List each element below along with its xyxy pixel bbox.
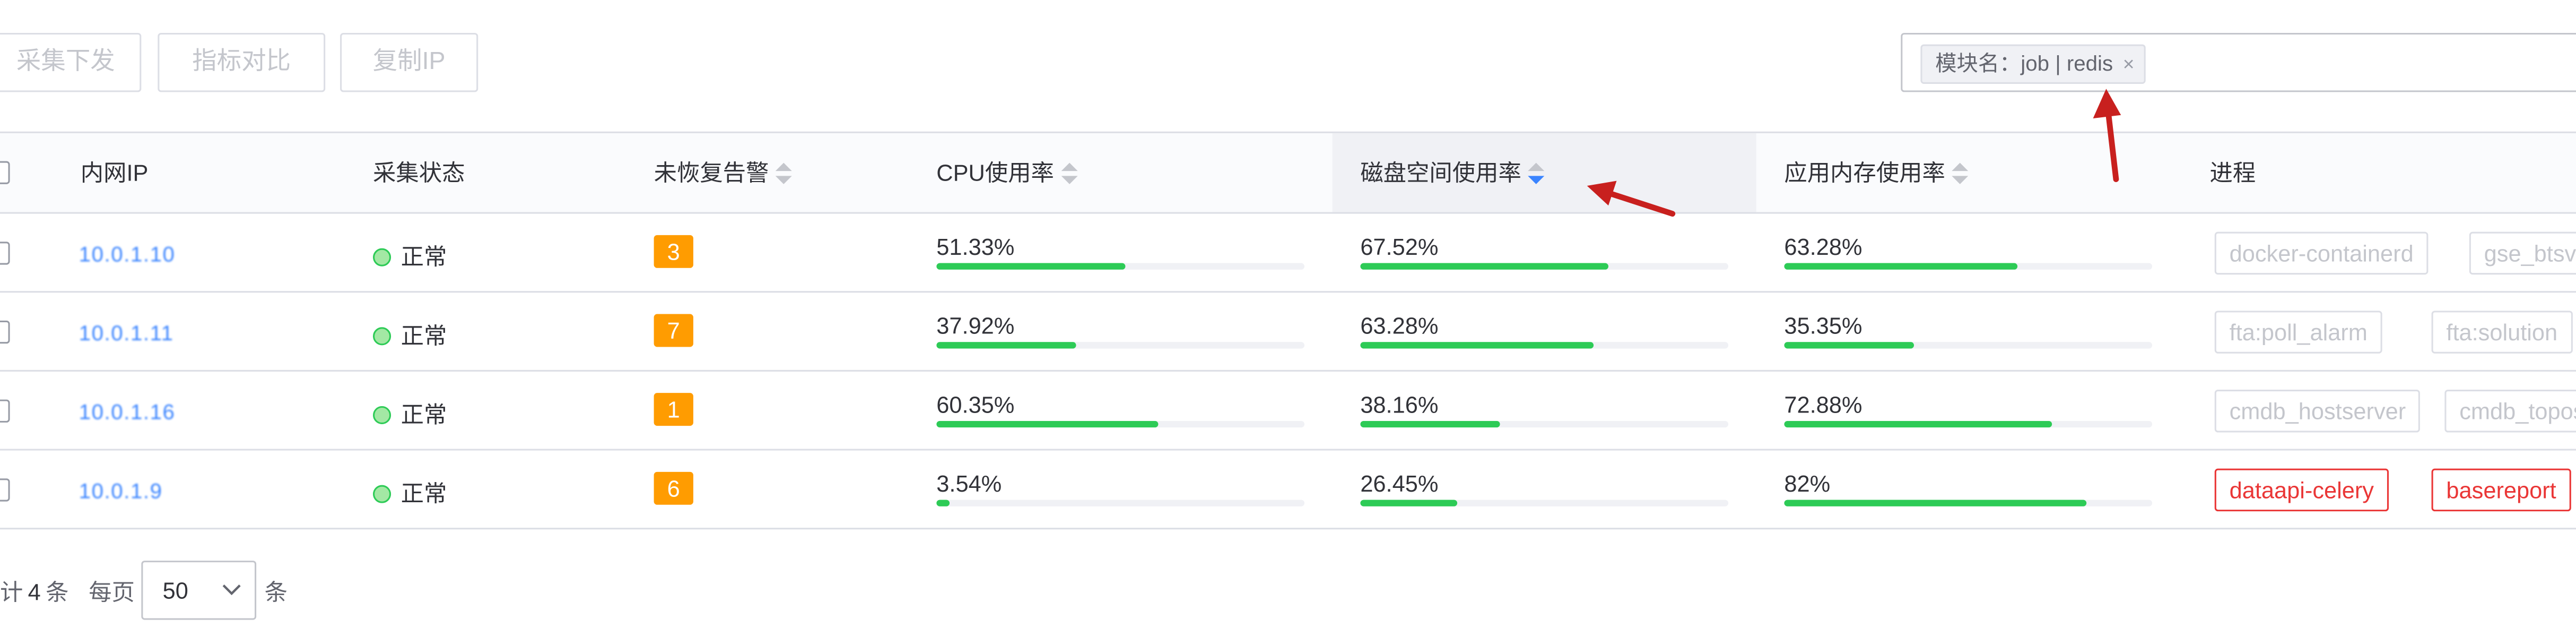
mem-usage-bar [1784, 342, 2153, 349]
status-ok-icon [373, 327, 391, 346]
alarm-count-badge[interactable]: 6 [654, 471, 693, 505]
cpu-usage-value: 3.54% [936, 470, 1002, 497]
process-tag[interactable]: fta:poll_alarm [2214, 311, 2382, 354]
per-page-unit: 条 [264, 579, 288, 605]
sort-icon[interactable] [1060, 163, 1077, 186]
cpu-usage-bar [936, 500, 1305, 506]
row-checkbox[interactable] [0, 399, 10, 423]
mem-usage-bar [1784, 263, 2153, 270]
annotation-arrow-icon [1587, 181, 1676, 217]
page-size-value: 50 [162, 577, 188, 604]
cpu-usage-bar [936, 420, 1305, 428]
header-mem-label: 应用内存使用率 [1784, 159, 1945, 186]
collect-status: 正常 [373, 477, 447, 510]
header-status: 采集状态 [373, 159, 465, 186]
table-row[interactable]: 10.0.1.10 正常 3 51.33% 67.52% 63.28% docker-con… [0, 214, 2576, 293]
host-ip-link[interactable]: 10.0.1.9 [79, 478, 163, 503]
chevron-down-icon [222, 584, 241, 596]
mem-usage-bar [1784, 500, 2153, 506]
disk-usage-value: 38.16% [1360, 391, 1439, 418]
annotation-arrow-icon [2093, 89, 2121, 182]
alarm-count-badge[interactable]: 7 [654, 314, 693, 347]
disk-usage-bar [1360, 263, 1729, 270]
collect-deploy-button[interactable]: 采集下发 [0, 32, 142, 92]
filter-tag-module[interactable]: 模块名：job | redis × [1920, 44, 2146, 84]
cpu-usage-value: 51.33% [936, 233, 1015, 260]
disk-usage-value: 26.45% [1360, 470, 1439, 497]
header-disk[interactable]: 磁盘空间使用率 [1360, 133, 1545, 212]
disk-usage-bar [1360, 342, 1729, 349]
collect-status: 正常 [373, 319, 447, 352]
header-ip: 内网IP [80, 159, 149, 186]
row-checkbox[interactable] [0, 320, 10, 344]
close-icon[interactable]: × [2123, 53, 2135, 75]
disk-usage-value: 67.52% [1360, 233, 1439, 260]
sort-descending-icon[interactable] [1528, 163, 1545, 186]
table-row[interactable]: 10.0.1.16 正常 1 60.35% 38.16% 72.88% cmdb_hosts… [0, 372, 2576, 451]
row-checkbox[interactable] [0, 242, 10, 265]
copy-ip-button[interactable]: 复制IP [340, 32, 478, 92]
host-list-view: 采集下发 指标对比 复制IP 模块名：job | redis × 内网IP 采集状… [0, 0, 2576, 634]
process-tag[interactable]: cmdb_topos [2444, 389, 2576, 433]
header-alarm-label: 未恢复告警 [654, 159, 769, 186]
alarm-count-badge[interactable]: 3 [654, 235, 693, 268]
row-checkbox[interactable] [0, 478, 10, 502]
alarm-count-badge[interactable]: 1 [654, 393, 693, 426]
table-header: 内网IP 采集状态 未恢复告警 CPU使用率 磁盘空间使用率 应用内存使用率 进… [0, 131, 2576, 214]
disk-usage-value: 63.28% [1360, 312, 1439, 339]
table-row[interactable]: 10.0.1.11 正常 7 37.92% 63.28% 35.35% fta:poll_a… [0, 293, 2576, 372]
cpu-usage-bar [936, 342, 1305, 349]
page-size-select[interactable]: 50 [141, 561, 257, 620]
mem-usage-bar [1784, 420, 2153, 428]
collect-status: 正常 [373, 398, 447, 431]
per-page-label: 每页 [89, 579, 135, 605]
cpu-usage-value: 37.92% [936, 312, 1015, 339]
filter-tag-label: 模块名：job | redis [1935, 51, 2113, 76]
process-tag[interactable]: gse_btsvr [2469, 231, 2576, 275]
sort-icon[interactable] [775, 163, 792, 186]
process-tag[interactable]: dataapi-celery [2214, 468, 2389, 512]
total-count: 计4条 [0, 579, 69, 605]
filter-search-input[interactable]: 模块名：job | redis × [1901, 32, 2576, 92]
cpu-usage-bar [936, 263, 1305, 270]
process-tag[interactable]: cmdb_hostserver [2214, 389, 2421, 433]
select-all-checkbox[interactable] [0, 161, 10, 184]
header-cpu-label: CPU使用率 [936, 159, 1054, 186]
sort-icon[interactable] [1952, 163, 1969, 186]
header-process: 进程 [2209, 159, 2256, 186]
status-ok-icon [373, 485, 391, 503]
mem-usage-value: 82% [1784, 470, 1831, 497]
table-row[interactable]: 10.0.1.9 正常 6 3.54% 26.45% 82% dataapi-celery b… [0, 451, 2576, 530]
collect-status: 正常 [373, 240, 447, 273]
header-alarm[interactable]: 未恢复告警 [654, 133, 792, 212]
mem-usage-value: 72.88% [1784, 391, 1863, 418]
metric-compare-button[interactable]: 指标对比 [158, 32, 326, 92]
mem-usage-value: 35.35% [1784, 312, 1863, 339]
status-ok-icon [373, 248, 391, 267]
cpu-usage-value: 60.35% [936, 391, 1015, 418]
host-ip-link[interactable]: 10.0.1.16 [79, 400, 176, 424]
process-tag[interactable]: fta:solution [2431, 311, 2573, 354]
header-disk-label: 磁盘空间使用率 [1360, 159, 1521, 186]
host-ip-link[interactable]: 10.0.1.10 [79, 242, 176, 266]
status-ok-icon [373, 406, 391, 425]
process-tag[interactable]: docker-containerd [2214, 231, 2429, 275]
pagination: 计4条 每页 50 条 [0, 561, 657, 620]
process-tag[interactable]: basereport [2431, 468, 2571, 512]
host-ip-link[interactable]: 10.0.1.11 [79, 321, 174, 345]
header-mem[interactable]: 应用内存使用率 [1784, 133, 1969, 212]
disk-usage-bar [1360, 420, 1729, 428]
mem-usage-value: 63.28% [1784, 233, 1863, 260]
header-cpu[interactable]: CPU使用率 [936, 133, 1077, 212]
disk-usage-bar [1360, 500, 1729, 506]
